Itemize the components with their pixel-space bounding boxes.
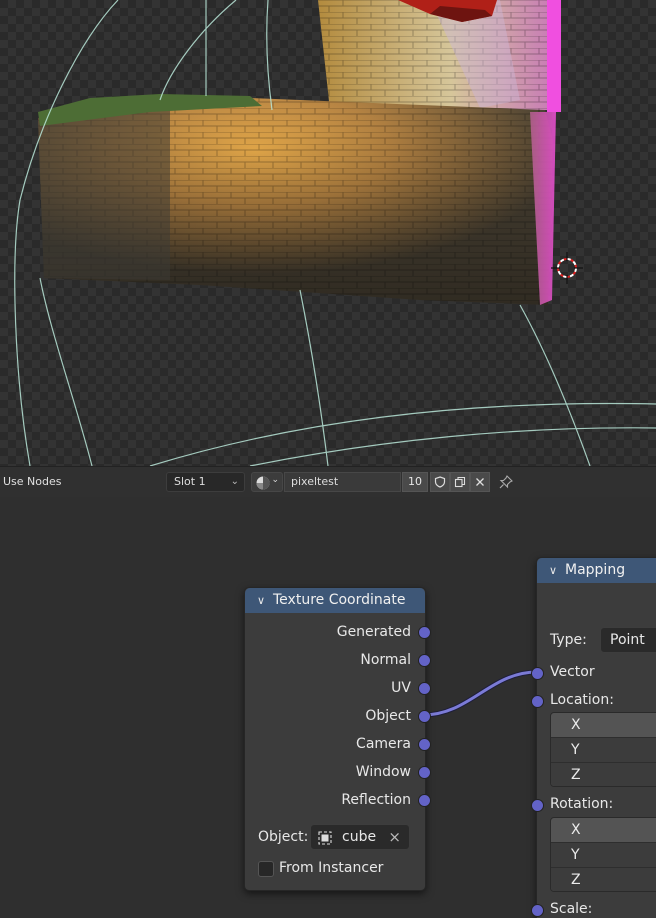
socket-scale[interactable] (531, 904, 544, 917)
texture-coordinate-node[interactable]: ∨ Texture Coordinate Generated Normal UV … (244, 587, 431, 891)
location-vector-field[interactable]: X Y Z (550, 712, 656, 787)
node-header[interactable]: ∨ Mapping (537, 558, 656, 583)
from-instancer-checkbox[interactable] (258, 861, 274, 877)
slot-dropdown[interactable]: Slot 1 ⌄ (166, 472, 245, 492)
node-header[interactable]: ∨ Texture Coordinate (245, 588, 425, 613)
socket-object[interactable] (418, 710, 431, 723)
rotation-x[interactable]: X (551, 818, 656, 843)
use-nodes-label[interactable]: Use Nodes (3, 475, 62, 488)
material-sphere-icon (256, 476, 270, 490)
slot-value: Slot 1 (174, 475, 206, 488)
rotation-y[interactable]: Y (551, 843, 656, 868)
socket-generated[interactable] (418, 626, 431, 639)
socket-vector[interactable] (531, 667, 544, 680)
chevron-down-icon: ⌄ (271, 475, 279, 485)
output-uv: UV (391, 680, 411, 696)
3d-viewport[interactable] (0, 0, 656, 466)
location-z[interactable]: Z (551, 763, 656, 786)
mapping-node[interactable]: ∨ Mapping Type: Point Vector Location: X … (531, 557, 656, 918)
object-field-label: Object: (258, 829, 309, 845)
node-editor-header: Use Nodes Slot 1 ⌄ ⌄ pixeltest 10 (0, 466, 656, 497)
node-title: Mapping (565, 562, 626, 578)
rotation-z[interactable]: Z (551, 868, 656, 891)
chevron-down-icon: ⌄ (230, 476, 239, 487)
socket-uv[interactable] (418, 682, 431, 695)
output-normal: Normal (360, 652, 411, 668)
pin-icon[interactable] (498, 474, 514, 490)
material-user-count[interactable]: 10 (402, 472, 428, 492)
type-label: Type: (550, 632, 587, 648)
clear-icon[interactable]: × (388, 828, 401, 846)
object-value: cube (342, 829, 377, 845)
object-selector[interactable]: cube × (310, 824, 410, 850)
output-object: Object (365, 708, 411, 724)
viewport-scene (14, 0, 656, 466)
material-name-field[interactable]: pixeltest (284, 472, 401, 492)
mapping-type-dropdown[interactable]: Point (600, 627, 656, 653)
chevron-down-icon[interactable]: ∨ (549, 558, 565, 583)
input-location-label: Location: (550, 692, 614, 708)
object-cube-icon (318, 831, 332, 845)
input-scale-label: Scale: (550, 901, 593, 917)
fake-user-button[interactable] (430, 472, 450, 492)
socket-window[interactable] (418, 766, 431, 779)
tower (318, 0, 561, 112)
socket-location[interactable] (531, 695, 544, 708)
unlink-material-button[interactable] (470, 472, 490, 492)
output-camera: Camera (356, 736, 411, 752)
node-editor-canvas[interactable]: ∨ Texture Coordinate Generated Normal UV … (0, 497, 656, 918)
socket-reflection[interactable] (418, 794, 431, 807)
brick-slab (38, 94, 556, 305)
from-instancer-label: From Instancer (279, 860, 384, 876)
3d-cursor-icon[interactable] (551, 252, 583, 284)
rotation-vector-field[interactable]: X Y Z (550, 817, 656, 892)
duplicate-material-button[interactable] (450, 472, 470, 492)
input-rotation-label: Rotation: (550, 796, 614, 812)
socket-camera[interactable] (418, 738, 431, 751)
socket-rotation[interactable] (531, 799, 544, 812)
output-window: Window (355, 764, 411, 780)
output-generated: Generated (336, 624, 411, 640)
output-reflection: Reflection (341, 792, 411, 808)
chevron-down-icon[interactable]: ∨ (257, 588, 273, 613)
socket-normal[interactable] (418, 654, 431, 667)
duplicate-icon (454, 476, 466, 488)
location-x[interactable]: X (551, 713, 656, 738)
location-y[interactable]: Y (551, 738, 656, 763)
node-title: Texture Coordinate (273, 592, 406, 608)
fake-user-shield-icon (434, 476, 446, 488)
input-vector-label: Vector (550, 664, 595, 680)
close-icon (476, 478, 484, 486)
material-browse-button[interactable]: ⌄ (251, 472, 283, 492)
